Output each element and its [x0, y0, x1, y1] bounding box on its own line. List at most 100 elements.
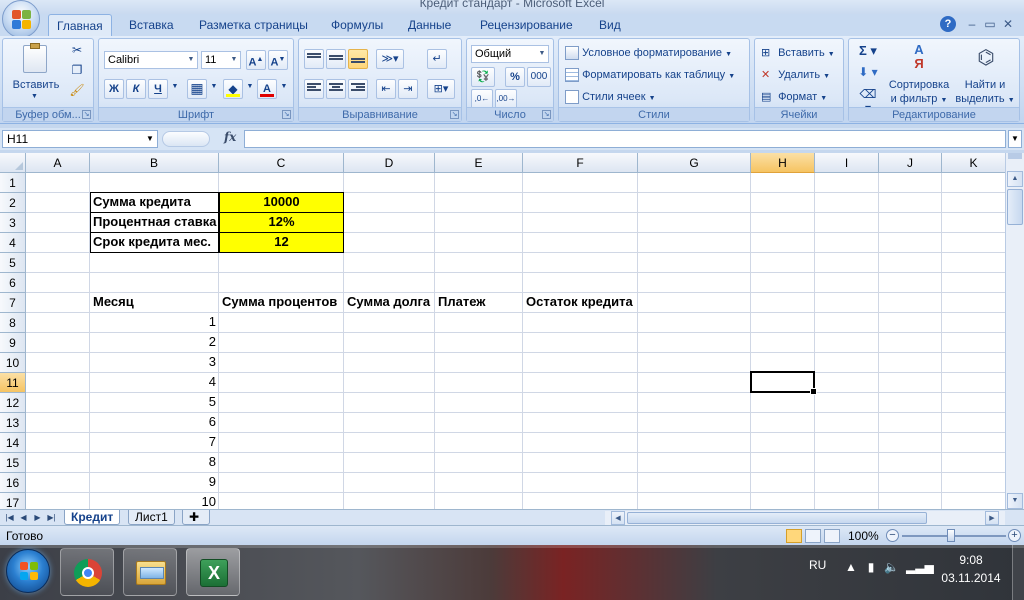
align-top-icon[interactable]: [304, 49, 324, 69]
conditional-formatting-button[interactable]: Условное форматирование ▼: [565, 43, 732, 63]
tray-arrow-icon[interactable]: ▲: [844, 560, 858, 574]
close-icon[interactable]: ✕: [1000, 16, 1016, 32]
cell-b2[interactable]: Сумма кредита: [90, 192, 219, 213]
clock-date[interactable]: 03.11.2014: [940, 571, 1002, 585]
underline-button[interactable]: Ч: [148, 79, 168, 99]
worksheet-grid[interactable]: A B C D E F G H I J K 1 2 3 4 5 6 7 8 9 10 11 12 13 14 15 16 17 Сумм…: [0, 153, 1005, 509]
fill-color-dropdown-icon[interactable]: ▼: [245, 83, 255, 90]
align-right-icon[interactable]: [348, 79, 368, 99]
cut-icon[interactable]: ✂: [69, 43, 85, 57]
align-middle-icon[interactable]: [326, 49, 346, 69]
copy-icon[interactable]: ❐: [69, 63, 85, 77]
help-icon[interactable]: ?: [940, 16, 956, 32]
formula-input[interactable]: [244, 130, 1006, 148]
row-header-5[interactable]: 5: [0, 253, 26, 273]
cell-f7[interactable]: Остаток кредита: [523, 292, 638, 313]
increase-decimal-icon[interactable]: ,0←: [471, 89, 493, 109]
zoom-level[interactable]: 100%: [848, 529, 879, 543]
clipboard-launcher-icon[interactable]: ↘: [82, 110, 91, 119]
vertical-scroll-thumb[interactable]: [1007, 189, 1023, 225]
percent-button[interactable]: %: [505, 67, 525, 87]
cell-e7[interactable]: Платеж: [435, 292, 523, 313]
delete-cells-button[interactable]: ✕ Удалить ▼: [761, 65, 830, 85]
row-header-1[interactable]: 1: [0, 173, 26, 193]
cell-c2[interactable]: 10000: [219, 192, 344, 213]
power-icon[interactable]: ▮: [864, 560, 878, 574]
row-header-11[interactable]: 11: [0, 373, 26, 393]
taskbar-explorer[interactable]: [123, 548, 177, 596]
scroll-up-icon[interactable]: ▲: [1007, 171, 1023, 187]
row-header-7[interactable]: 7: [0, 293, 26, 313]
borders-dropdown-icon[interactable]: ▼: [209, 83, 219, 90]
clock-time[interactable]: 9:08: [946, 553, 996, 567]
name-box[interactable]: H11 ▼: [2, 130, 158, 148]
row-header-6[interactable]: 6: [0, 273, 26, 293]
column-header-i[interactable]: I: [815, 153, 879, 173]
cell-b8[interactable]: 1: [90, 312, 219, 333]
column-header-g[interactable]: G: [638, 153, 751, 173]
decrease-indent-icon[interactable]: ⇤: [376, 79, 396, 99]
zoom-out-icon[interactable]: −: [886, 529, 899, 542]
column-header-d[interactable]: D: [344, 153, 435, 173]
select-all-corner[interactable]: [0, 153, 26, 173]
restore-icon[interactable]: ▭: [982, 16, 998, 32]
row-header-3[interactable]: 3: [0, 213, 26, 233]
tab-data[interactable]: Данные: [400, 14, 459, 36]
horizontal-scroll-thumb[interactable]: [627, 512, 927, 524]
cell-b9[interactable]: 2: [90, 332, 219, 353]
number-launcher-icon[interactable]: ↘: [542, 110, 551, 119]
next-sheet-icon[interactable]: ▶: [32, 511, 43, 524]
tab-page-layout[interactable]: Разметка страницы: [191, 14, 316, 36]
currency-icon[interactable]: 💱: [471, 67, 495, 87]
font-color-dropdown-icon[interactable]: ▼: [279, 83, 289, 90]
cell-b7[interactable]: Месяц: [90, 292, 219, 313]
shrink-font-button[interactable]: A▼: [268, 50, 288, 70]
sort-filter-button[interactable]: AЯ Сортировка и фильтр ▼: [885, 41, 953, 107]
column-header-f[interactable]: F: [523, 153, 638, 173]
font-launcher-icon[interactable]: ↘: [282, 110, 291, 119]
tab-view[interactable]: Вид: [591, 14, 629, 36]
cell-b14[interactable]: 7: [90, 432, 219, 453]
expand-formula-bar-icon[interactable]: ▼: [1008, 130, 1022, 148]
italic-button[interactable]: К: [126, 79, 146, 99]
format-as-table-button[interactable]: Форматировать как таблицу ▼: [565, 65, 735, 85]
cell-b11[interactable]: 4: [90, 372, 219, 393]
cell-styles-button[interactable]: Стили ячеек ▼: [565, 87, 656, 107]
find-select-button[interactable]: ⌬ Найти и выделить ▼: [953, 41, 1017, 107]
column-header-b[interactable]: B: [90, 153, 219, 173]
normal-view-icon[interactable]: [786, 529, 802, 543]
cell-b12[interactable]: 5: [90, 392, 219, 413]
paste-button[interactable]: Вставить ▼: [7, 43, 65, 103]
page-layout-view-icon[interactable]: [805, 529, 821, 543]
font-name-select[interactable]: Calibri ▼: [104, 51, 198, 69]
column-header-j[interactable]: J: [879, 153, 942, 173]
insert-function-icon[interactable]: fx: [224, 130, 236, 144]
tab-insert[interactable]: Вставка: [121, 14, 182, 36]
cell-d7[interactable]: Сумма долга: [344, 292, 435, 313]
number-format-select[interactable]: Общий ▼: [471, 45, 549, 63]
font-size-select[interactable]: 11 ▼: [201, 51, 241, 69]
scroll-right-icon[interactable]: ▶: [985, 511, 999, 525]
prev-sheet-icon[interactable]: ◀: [18, 511, 29, 524]
zoom-in-icon[interactable]: +: [1008, 529, 1021, 542]
cell-b16[interactable]: 9: [90, 472, 219, 493]
fill-icon[interactable]: ⬇ ▾: [855, 65, 881, 79]
row-header-8[interactable]: 8: [0, 313, 26, 333]
selected-cell-outline[interactable]: [750, 371, 817, 395]
borders-icon[interactable]: ▦: [187, 79, 207, 99]
row-header-17[interactable]: 17: [0, 493, 26, 509]
row-header-9[interactable]: 9: [0, 333, 26, 353]
row-header-12[interactable]: 12: [0, 393, 26, 413]
row-header-10[interactable]: 10: [0, 353, 26, 373]
decrease-decimal-icon[interactable]: ,00→: [495, 89, 517, 109]
cell-c3[interactable]: 12%: [219, 212, 344, 233]
align-left-icon[interactable]: [304, 79, 324, 99]
merge-center-icon[interactable]: ⊞▾: [427, 79, 455, 99]
row-header-14[interactable]: 14: [0, 433, 26, 453]
wrap-text-icon[interactable]: ↵: [427, 49, 447, 69]
last-sheet-icon[interactable]: ▶|: [46, 511, 57, 524]
zoom-slider-thumb[interactable]: [947, 529, 955, 542]
tab-home[interactable]: Главная: [48, 14, 112, 36]
insert-cells-button[interactable]: ⊞ Вставить ▼: [761, 43, 835, 63]
language-indicator[interactable]: RU: [809, 558, 826, 572]
